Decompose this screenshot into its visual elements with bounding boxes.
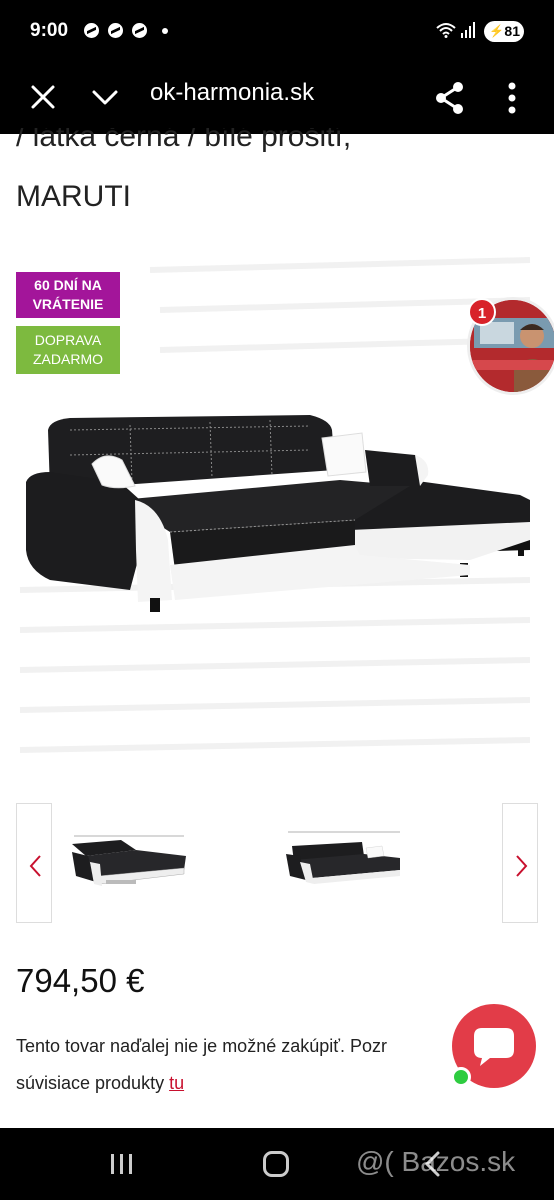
product-title-line2: MARUTI [16, 180, 131, 213]
shipping-badge-line1: DOPRAVA [34, 332, 102, 348]
watermark: @( Bazos.sk [356, 1146, 516, 1177]
chevron-left-icon [29, 855, 41, 877]
gallery-thumbnail[interactable] [66, 826, 190, 896]
more-vert-icon[interactable] [500, 80, 524, 116]
return-badge: 60 DNÍ NA VRÁTENIE [16, 272, 120, 318]
chevron-down-icon[interactable] [91, 86, 119, 108]
url-text[interactable]: ok-harmonia.sk [150, 79, 420, 107]
status-time: 9:00 [30, 20, 69, 41]
gallery-thumbnail[interactable] [282, 826, 406, 896]
battery-level: 81 [504, 23, 520, 39]
product-title-line1-text: / látka černá / bílé prošití, [16, 128, 352, 153]
gallery-next-button[interactable] [502, 803, 538, 923]
dot-icon [162, 28, 168, 34]
browser-toolbar: ok-harmonia.sk [0, 64, 554, 134]
wifi-icon [436, 23, 456, 38]
unavailable-notice: Tento tovar naďalej nie je možné zakúpiť… [16, 1028, 456, 1102]
messenger-icon [132, 23, 147, 38]
related-products-link[interactable]: tu [169, 1073, 184, 1093]
notice-line2: súvisiace produkty tu [16, 1065, 456, 1102]
status-bar: 9:00 ⚡ 81 [0, 0, 554, 64]
recents-icon[interactable] [108, 1153, 136, 1175]
return-badge-line1: 60 DNÍ NA [34, 277, 102, 293]
notification-count-badge: 1 [468, 298, 496, 326]
battery-indicator: ⚡ 81 [484, 21, 524, 42]
product-price: 794,50 € [16, 962, 145, 999]
signal-icon [461, 22, 475, 38]
messenger-icon [84, 23, 99, 38]
agent-chat-bubble[interactable]: 1 [468, 298, 554, 394]
messenger-icon [108, 23, 123, 38]
battery-icon: ⚡ [489, 24, 504, 38]
shipping-badge: DOPRAVA ZADARMO [16, 326, 120, 374]
gallery-prev-button[interactable] [16, 803, 52, 923]
online-status-dot [451, 1067, 471, 1087]
return-badge-line2: VRÁTENIE [32, 296, 104, 312]
system-nav-bar: @( Bazos.sk [0, 1128, 554, 1200]
home-icon[interactable] [263, 1151, 289, 1177]
product-title-line1: / látka černá / bílé prošití, [16, 128, 351, 164]
chevron-right-icon [516, 855, 528, 877]
shipping-badge-line2: ZADARMO [33, 351, 103, 367]
share-icon[interactable] [434, 81, 466, 115]
notice-line2-text: súvisiace produkty [16, 1073, 170, 1093]
close-icon[interactable] [30, 84, 56, 110]
notice-line1: Tento tovar naďalej nie je možné zakúpiť… [16, 1036, 388, 1056]
